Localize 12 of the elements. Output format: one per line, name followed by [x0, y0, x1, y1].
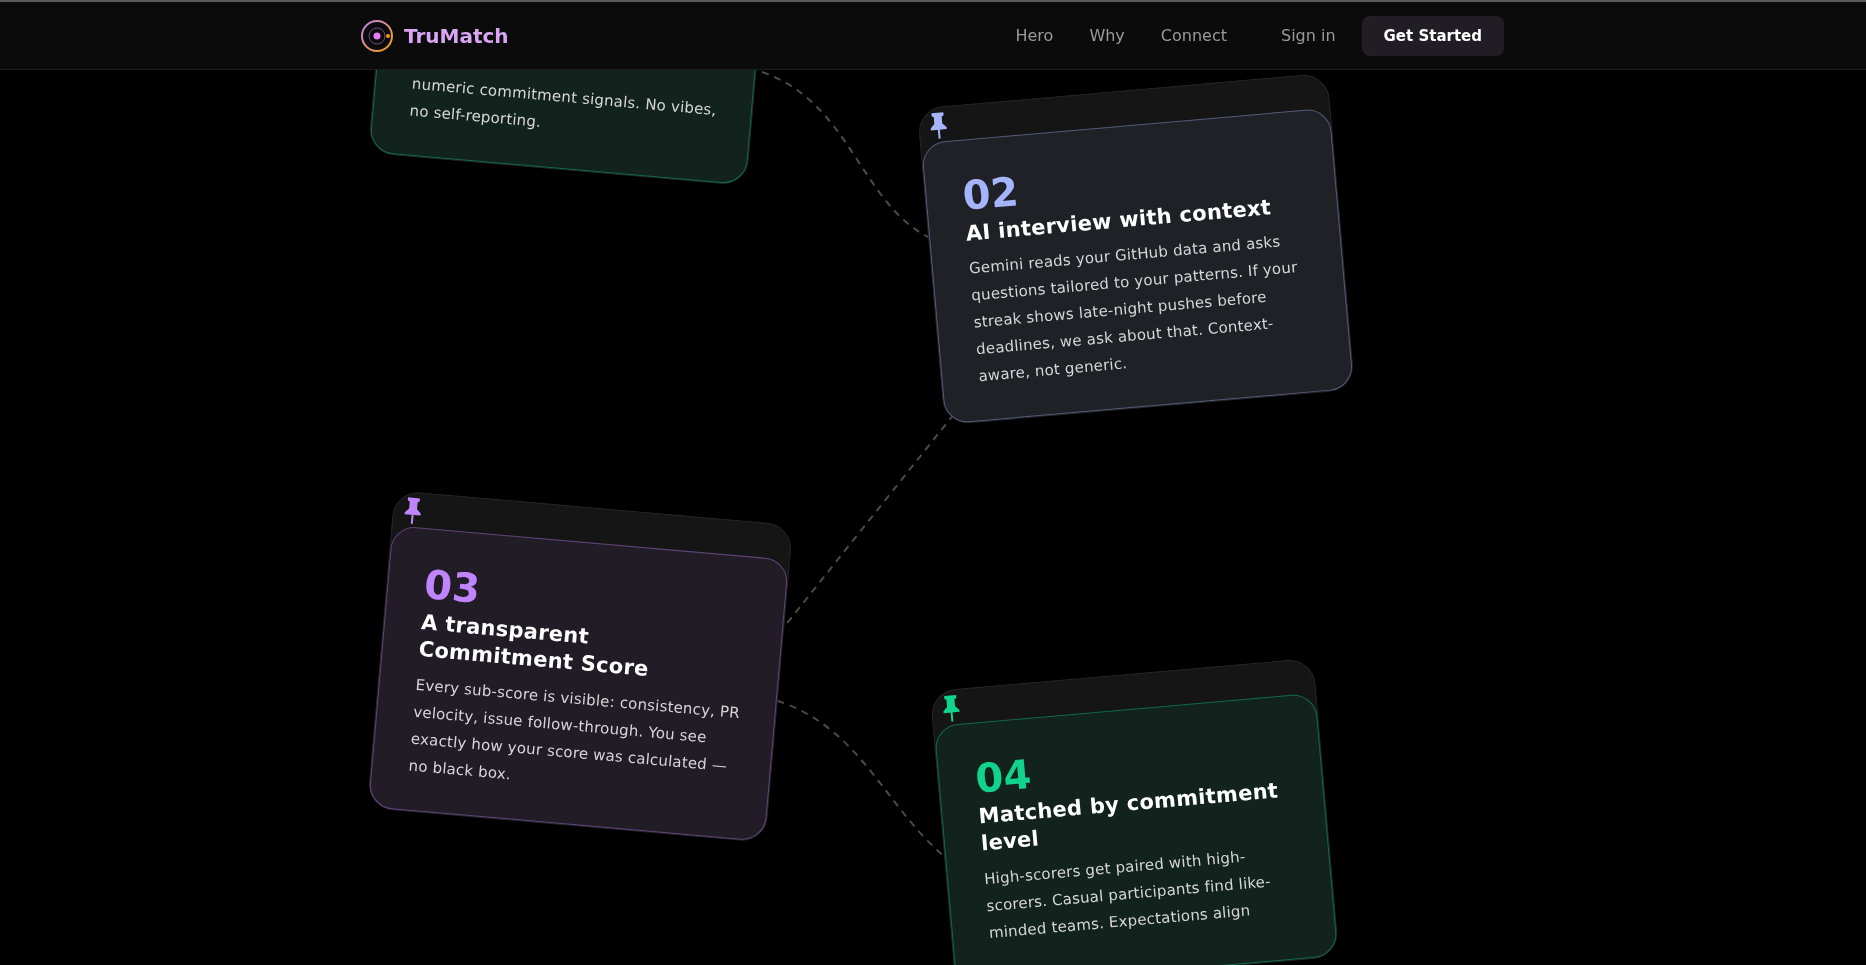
- step-description: Every sub-score is visible: consistency, PR velocity, issue follow-through. You see exactly how your score was calculated — no black box.: [407, 675, 742, 785]
- step-number: 03: [422, 563, 484, 614]
- logo-icon[interactable]: [360, 18, 394, 53]
- step-description: numeric commitment signals. No vibes, no self-reporting.: [408, 73, 719, 133]
- nav-link[interactable]: Why: [1089, 26, 1125, 45]
- nav-link[interactable]: Hero: [1015, 26, 1054, 45]
- sign-in-link[interactable]: Sign in: [1280, 26, 1336, 45]
- brand-name[interactable]: TruMatch: [404, 23, 509, 48]
- step-number: 02: [960, 167, 1021, 217]
- nav-link[interactable]: Connect: [1160, 26, 1227, 45]
- get-started-button[interactable]: Get Started: [1361, 15, 1504, 56]
- step-number: 04: [973, 749, 1033, 800]
